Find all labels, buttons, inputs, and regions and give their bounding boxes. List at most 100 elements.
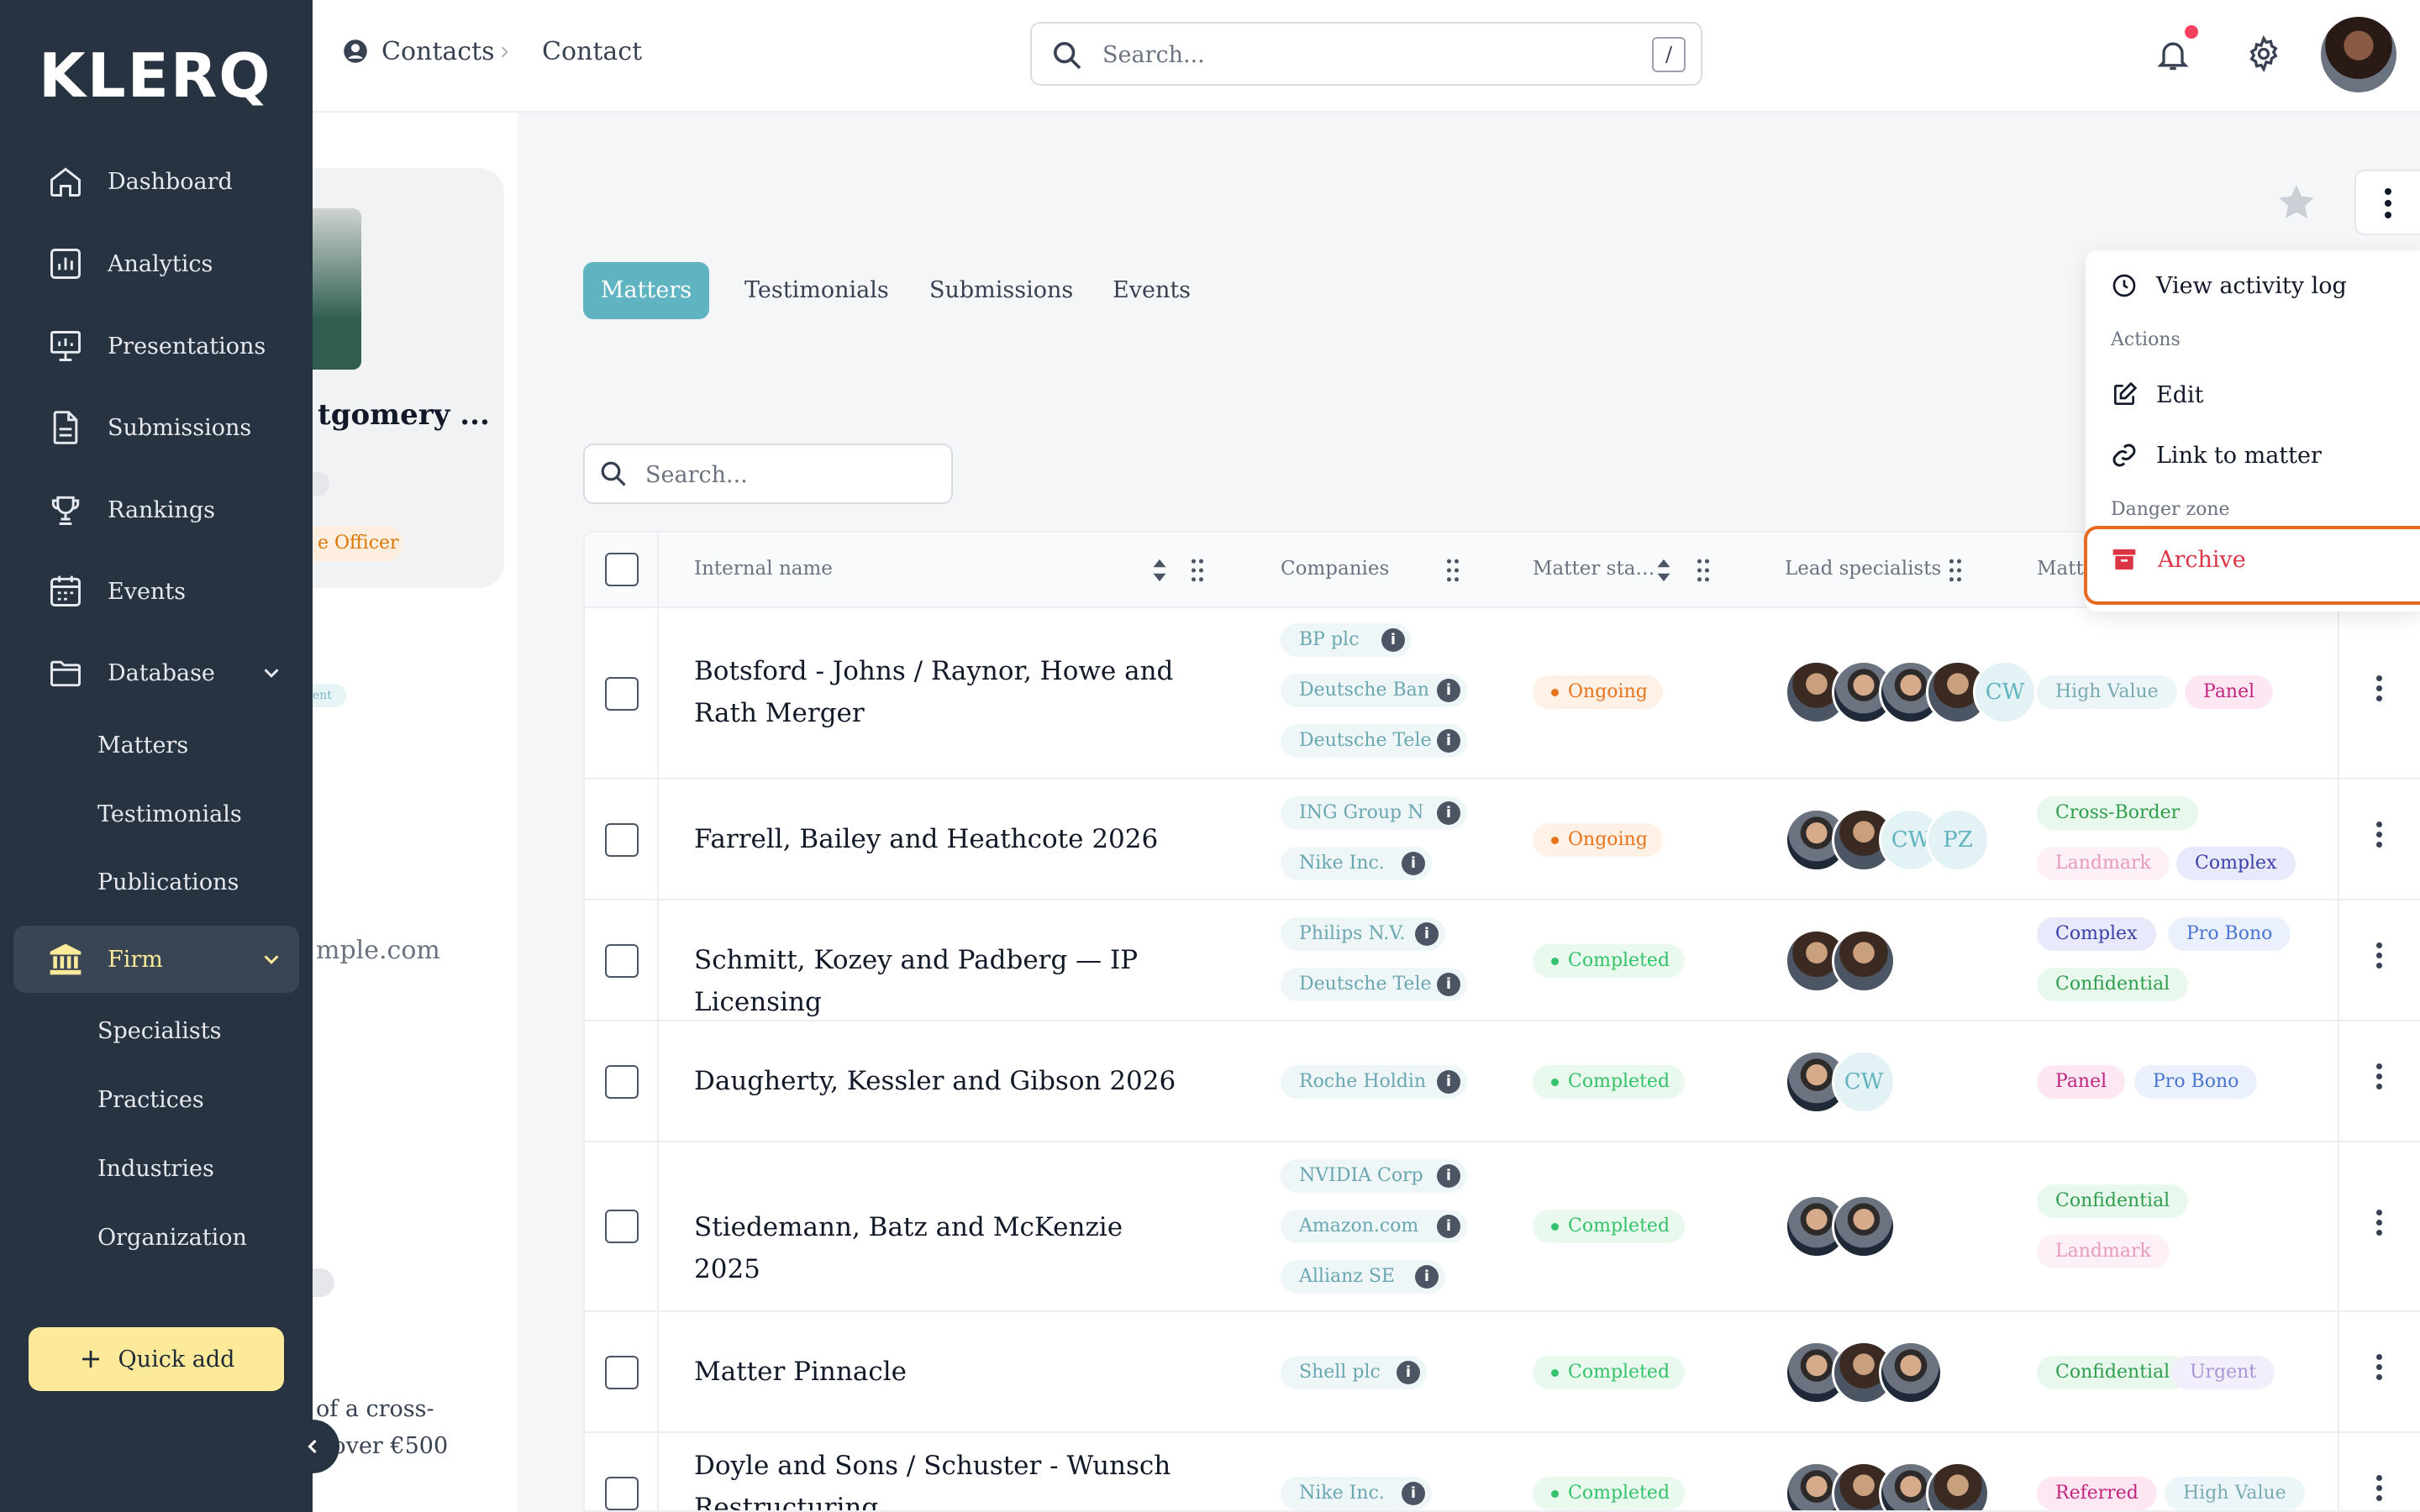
company-chip[interactable]: Allianz SE i: [1281, 1260, 1445, 1294]
info-icon[interactable]: i: [1402, 852, 1425, 875]
row-checkbox[interactable]: [605, 1356, 639, 1389]
row-checkbox[interactable]: [605, 823, 639, 857]
row-more-icon[interactable]: [2376, 1475, 2383, 1505]
row-more-icon[interactable]: [2376, 1210, 2383, 1240]
collapse-sidebar-button[interactable]: [286, 1420, 339, 1473]
info-icon[interactable]: i: [1437, 973, 1460, 996]
info-icon[interactable]: i: [1437, 801, 1460, 825]
drag-handle-icon[interactable]: [1696, 558, 1711, 583]
menu-item-archive[interactable]: Archive: [2111, 546, 2246, 573]
company-chip[interactable]: ING Group N i: [1281, 796, 1467, 830]
info-icon[interactable]: i: [1415, 922, 1439, 946]
matter-name[interactable]: Schmitt, Kozey and Padberg — IP Licensin…: [694, 939, 1190, 1023]
company-chip[interactable]: BP plc i: [1281, 623, 1412, 657]
sort-icon[interactable]: [1655, 558, 1672, 583]
table-row[interactable]: Schmitt, Kozey and Padberg — IP Licensin…: [585, 900, 2420, 1021]
user-avatar[interactable]: [2321, 17, 2396, 92]
table-row[interactable]: Botsford - Johns / Raynor, Howe and Rath…: [585, 608, 2420, 780]
table-search-input[interactable]: Search...: [583, 444, 953, 504]
info-icon[interactable]: i: [1437, 679, 1460, 702]
table-row[interactable]: Farrell, Bailey and Heathcote 2026 ING G…: [585, 780, 2420, 900]
tab-submissions[interactable]: Submissions: [929, 262, 1073, 319]
company-chip[interactable]: Shell plc i: [1281, 1356, 1427, 1389]
sort-icon[interactable]: [1151, 558, 1168, 583]
matter-name[interactable]: Stiedemann, Batz and McKenzie 2025: [694, 1206, 1190, 1290]
sidebar-subitem-organization[interactable]: Organization: [97, 1225, 247, 1251]
sidebar-item-submissions[interactable]: Submissions: [0, 394, 313, 461]
menu-item-link-to-matter[interactable]: Link to matter: [2111, 442, 2322, 469]
info-icon[interactable]: i: [1437, 729, 1460, 753]
menu-item-edit[interactable]: Edit: [2111, 381, 2203, 408]
sidebar-subitem-matters[interactable]: Matters: [97, 732, 188, 759]
company-chip[interactable]: Amazon.com i: [1281, 1210, 1467, 1243]
info-icon[interactable]: i: [1437, 1070, 1460, 1094]
info-icon[interactable]: i: [1437, 1164, 1460, 1188]
avatar[interactable]: [1926, 1462, 1990, 1510]
tab-matters[interactable]: Matters: [583, 262, 709, 319]
sidebar-item-database[interactable]: Database: [0, 639, 313, 706]
column-header-companies[interactable]: Companies: [1281, 558, 1389, 580]
row-checkbox[interactable]: [605, 1477, 639, 1510]
table-row[interactable]: Matter Pinnacle Shell plc i Completed Con…: [585, 1312, 2420, 1433]
row-more-icon[interactable]: [2376, 1354, 2383, 1384]
tab-testimonials[interactable]: Testimonials: [744, 262, 889, 319]
row-more-icon[interactable]: [2376, 822, 2383, 852]
matter-name[interactable]: Matter Pinnacle: [694, 1351, 1190, 1393]
info-icon[interactable]: i: [1437, 1215, 1460, 1238]
avatar-initials[interactable]: CW: [1832, 1050, 1896, 1114]
sidebar-subitem-testimonials[interactable]: Testimonials: [97, 801, 242, 827]
drag-handle-icon[interactable]: [1190, 558, 1205, 583]
company-chip[interactable]: Deutsche Tele i: [1281, 968, 1467, 1001]
row-more-icon[interactable]: [2376, 942, 2383, 973]
company-chip[interactable]: Nike Inc. i: [1281, 1477, 1432, 1510]
company-chip[interactable]: Deutsche Tele i: [1281, 724, 1467, 758]
sidebar-subitem-specialists[interactable]: Specialists: [97, 1018, 221, 1044]
sidebar-item-dashboard[interactable]: Dashboard: [0, 148, 313, 215]
quick-add-button[interactable]: Quick add: [29, 1327, 284, 1391]
sidebar-subitem-practices[interactable]: Practices: [97, 1087, 204, 1113]
row-checkbox[interactable]: [605, 1210, 639, 1243]
company-chip[interactable]: Roche Holdin i: [1281, 1065, 1467, 1099]
avatar[interactable]: [1879, 1341, 1943, 1404]
info-icon[interactable]: i: [1381, 628, 1405, 652]
star-icon[interactable]: [2275, 181, 2317, 223]
sidebar-subitem-publications[interactable]: Publications: [97, 869, 239, 895]
sidebar-item-presentations[interactable]: Presentations: [0, 312, 313, 380]
table-row[interactable]: Daugherty, Kessler and Gibson 2026 Roche…: [585, 1021, 2420, 1142]
company-chip[interactable]: Deutsche Ban i: [1281, 674, 1467, 707]
column-header-internal-name[interactable]: Internal name: [694, 558, 833, 580]
tab-events[interactable]: Events: [1113, 262, 1191, 319]
info-icon[interactable]: i: [1402, 1482, 1425, 1505]
drag-handle-icon[interactable]: [1445, 558, 1460, 583]
company-chip[interactable]: Philips N.V. i: [1281, 917, 1445, 951]
avatar-initials[interactable]: PZ: [1926, 808, 1990, 872]
matter-name[interactable]: Daugherty, Kessler and Gibson 2026: [694, 1060, 1190, 1102]
company-chip[interactable]: NVIDIA Corp i: [1281, 1159, 1467, 1193]
column-header-lead-specialists[interactable]: Lead specialists: [1785, 558, 1941, 580]
profile-email[interactable]: mple.com: [316, 936, 440, 965]
gear-icon[interactable]: [2245, 35, 2282, 72]
table-row[interactable]: Doyle and Sons / Schuster - Wunsch Restr…: [585, 1433, 2420, 1510]
global-search-input[interactable]: Search... /: [1030, 22, 1702, 86]
select-all-checkbox[interactable]: [605, 553, 639, 586]
row-more-icon[interactable]: [2376, 675, 2383, 706]
matter-name[interactable]: Farrell, Bailey and Heathcote 2026: [694, 818, 1190, 860]
avatar[interactable]: [1832, 929, 1896, 993]
sidebar-item-firm[interactable]: Firm: [0, 926, 313, 993]
sidebar-item-rankings[interactable]: Rankings: [0, 476, 313, 543]
more-actions-button[interactable]: [2354, 170, 2420, 235]
company-chip[interactable]: Nike Inc. i: [1281, 847, 1432, 880]
sidebar-item-analytics[interactable]: Analytics: [0, 230, 313, 297]
row-checkbox[interactable]: [605, 677, 639, 711]
sidebar-subitem-industries[interactable]: Industries: [97, 1156, 214, 1182]
drag-handle-icon[interactable]: [1948, 558, 1963, 583]
matter-name[interactable]: Botsford - Johns / Raynor, Howe and Rath…: [694, 650, 1190, 734]
breadcrumb-contacts[interactable]: Contacts: [381, 37, 495, 66]
column-header-matter-status[interactable]: Matter sta…: [1533, 558, 1655, 580]
bell-icon[interactable]: [2154, 35, 2191, 74]
row-checkbox[interactable]: [605, 944, 639, 978]
avatar[interactable]: [1832, 1194, 1896, 1258]
info-icon[interactable]: i: [1397, 1361, 1420, 1384]
info-icon[interactable]: i: [1415, 1265, 1439, 1289]
avatar-initials[interactable]: CW: [1973, 660, 2037, 724]
